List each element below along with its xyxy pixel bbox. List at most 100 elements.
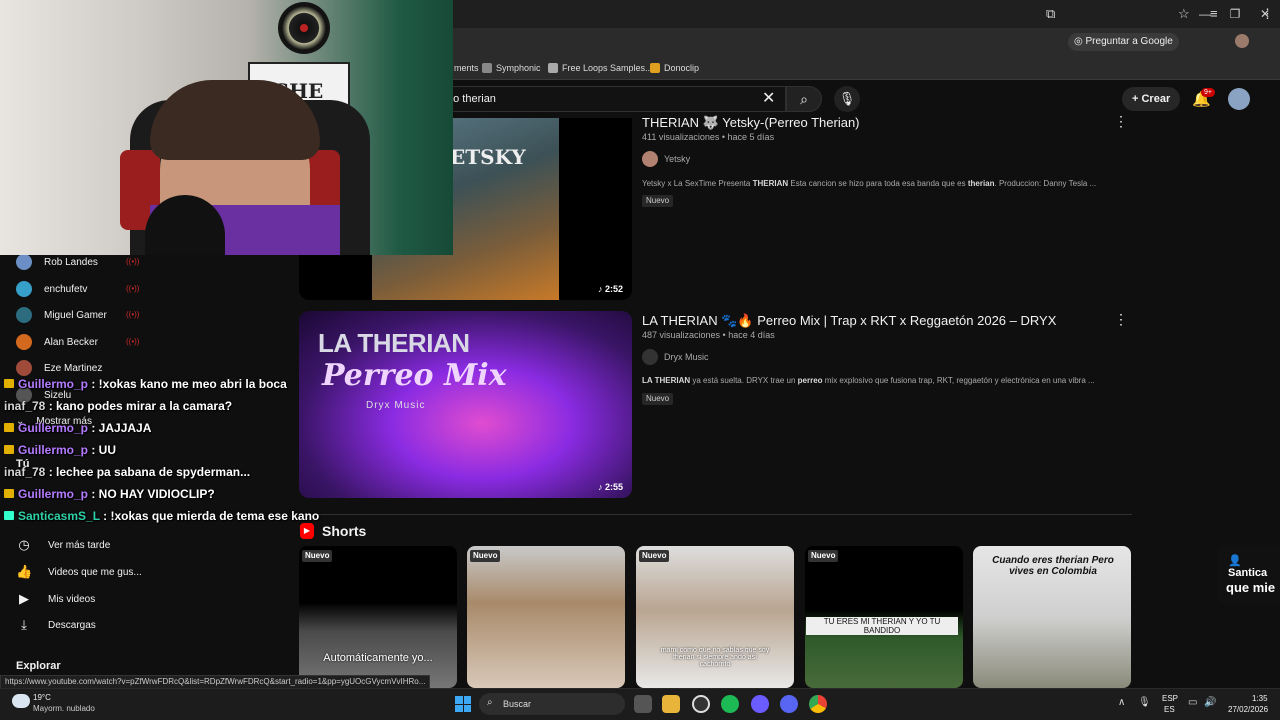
cloud-icon[interactable] <box>12 694 30 708</box>
thumbnail-text: ETSKY <box>450 145 526 169</box>
streamer-hair <box>150 80 320 160</box>
sub-badge-icon <box>4 445 14 454</box>
video-title[interactable]: THERIAN 🐺 Yetsky-(Perreo Therian) <box>642 115 860 131</box>
nav-my-videos[interactable]: ▶ Mis videos <box>16 588 95 610</box>
new-badge: Nuevo <box>470 550 501 562</box>
bookmark-item[interactable]: Symphonic <box>482 60 541 76</box>
nav-watch-later[interactable]: ◷ Ver más tarde <box>16 534 110 556</box>
new-badge: Nuevo <box>808 550 839 562</box>
short-caption: Cuando eres therian Pero vives en Colomb… <box>992 555 1114 577</box>
search-input[interactable]: eo therian <box>440 86 786 112</box>
chat-message: Guillermo_p : UU <box>4 443 116 457</box>
account-avatar[interactable] <box>1228 88 1250 110</box>
chat-message: Guillermo_p : NO HAY VIDIOCLIP? <box>4 487 215 501</box>
short-card[interactable] <box>299 546 457 688</box>
obs-icon[interactable] <box>751 695 769 713</box>
video-icon: ▶ <box>19 591 29 606</box>
maximize-button[interactable]: ❐ <box>1220 4 1250 24</box>
chat-message: SanticasmS_L : !xokas que mierda de tema… <box>4 509 319 523</box>
sub-badge-icon <box>4 379 14 388</box>
channel-avatar <box>16 254 32 270</box>
bookmark-item[interactable]: ments <box>454 60 479 76</box>
live-icon: ((•)) <box>126 284 140 293</box>
thumbnail-text: Dryx Music <box>366 400 426 411</box>
create-button[interactable]: + Crear <box>1122 87 1181 111</box>
video-duration: ♪ 2:55 <box>598 482 624 492</box>
download-icon: ⤓ <box>21 617 27 632</box>
weather-temp[interactable]: 19°C <box>33 693 51 702</box>
mic-icon: 🎙 <box>838 91 856 106</box>
video-description: Yetsky x La SexTime Presenta THERIAN Est… <box>642 179 1097 188</box>
video-meta: 487 visualizaciones • hace 4 días <box>642 330 775 340</box>
subscription-item[interactable]: enchufetv <box>16 279 87 299</box>
weather-desc[interactable]: Mayorm. nublado <box>33 704 95 713</box>
reading-list-icon[interactable]: ≡ <box>1210 6 1218 21</box>
language-indicator[interactable]: ES <box>1164 705 1175 714</box>
new-badge: Nuevo <box>642 393 674 405</box>
thumbs-up-icon: 👍 <box>16 564 33 579</box>
menu-kebab-icon[interactable]: ⋮ <box>1261 6 1274 22</box>
volume-icon[interactable]: 🔊 <box>1204 697 1216 708</box>
clock-date[interactable]: 27/02/2026 <box>1228 705 1268 714</box>
nav-downloads[interactable]: ⤓ Descargas <box>16 614 96 636</box>
video-title[interactable]: LA THERIAN 🐾🔥 Perreo Mix | Trap x RKT x … <box>642 313 1056 329</box>
channel-link[interactable]: Yetsky <box>642 151 690 167</box>
channel-avatar <box>16 334 32 350</box>
search-button[interactable]: ⌕ <box>786 86 822 112</box>
channel-avatar <box>16 281 32 297</box>
link-status-bar: https://www.youtube.com/watch?v=pZfWrwFD… <box>0 675 431 689</box>
create-label: Crear <box>1141 93 1171 105</box>
taskbar-search[interactable]: Buscar <box>479 693 625 715</box>
subscription-item[interactable]: Miguel Gamer <box>16 305 107 325</box>
symphonic-icon <box>482 63 492 73</box>
voice-search-button[interactable]: 🎙 <box>834 86 860 112</box>
nav-liked-videos[interactable]: 👍 Videos que me gus... <box>16 561 142 583</box>
spotify-icon[interactable] <box>721 695 739 713</box>
channel-avatar <box>16 307 32 323</box>
short-caption: mami como que no sabías que soy therian … <box>660 647 770 668</box>
windows-start-icon[interactable] <box>455 696 471 712</box>
sub-badge-icon <box>4 511 14 520</box>
short-caption: Automáticamente yo... <box>323 652 433 664</box>
explore-section-title: Explorar <box>16 660 61 672</box>
google-lens-icon: ◎ <box>1074 36 1086 47</box>
bookmark-item[interactable]: Free Loops Samples... <box>548 60 653 76</box>
chat-message: Guillermo_p : JAJJAJA <box>4 421 151 435</box>
channel-link[interactable]: Dryx Music <box>642 349 709 365</box>
subscription-item[interactable]: Rob Landes <box>16 252 98 272</box>
short-card[interactable] <box>467 546 625 688</box>
new-badge: Nuevo <box>639 550 670 562</box>
donoclip-icon <box>650 63 660 73</box>
discord-icon[interactable] <box>780 695 798 713</box>
channel-avatar <box>642 349 658 365</box>
profile-avatar[interactable] <box>1235 34 1249 48</box>
chat-highlight-message: que mie <box>1226 580 1276 595</box>
language-indicator[interactable]: ESP <box>1162 694 1178 703</box>
subscription-item[interactable]: Eze Martinez <box>16 358 102 378</box>
dartboard-image <box>278 2 330 54</box>
channel-avatar <box>642 151 658 167</box>
clear-search-icon[interactable]: ✕ <box>762 88 775 108</box>
clock-time[interactable]: 1:35 <box>1252 694 1268 703</box>
video-menu-icon[interactable]: ⋮ <box>1114 311 1128 328</box>
network-icon[interactable]: ▭ <box>1188 697 1197 708</box>
task-view-icon[interactable] <box>634 695 652 713</box>
notification-badge: 9+ <box>1201 88 1215 97</box>
screenshot-icon[interactable]: ⧉ <box>1046 6 1055 22</box>
ask-google-button[interactable]: ◎ Preguntar a Google <box>1068 33 1179 51</box>
bookmark-star-icon[interactable]: ☆ <box>1178 6 1190 22</box>
webcam-overlay: SHE <box>0 0 453 255</box>
mic-tray-icon[interactable]: 🎙 <box>1138 697 1151 708</box>
chrome-icon[interactable] <box>809 695 827 713</box>
subscription-item[interactable]: Alan Becker <box>16 332 98 352</box>
video-duration: ♪ 2:52 <box>598 284 624 294</box>
video-menu-icon[interactable]: ⋮ <box>1114 113 1128 130</box>
bookmark-item[interactable]: Donoclip <box>650 60 699 76</box>
new-badge: Nuevo <box>642 195 674 207</box>
chat-message: inaf_78 : kano podes mirar a la camara? <box>4 399 233 413</box>
app-icon[interactable] <box>692 695 710 713</box>
chevron-up-icon[interactable]: ∧ <box>1118 697 1125 708</box>
clock-icon: ◷ <box>18 537 30 552</box>
chat-message: inaf_78 : lechee pa sabana de spyderman.… <box>4 465 251 479</box>
file-explorer-icon[interactable] <box>662 695 680 713</box>
